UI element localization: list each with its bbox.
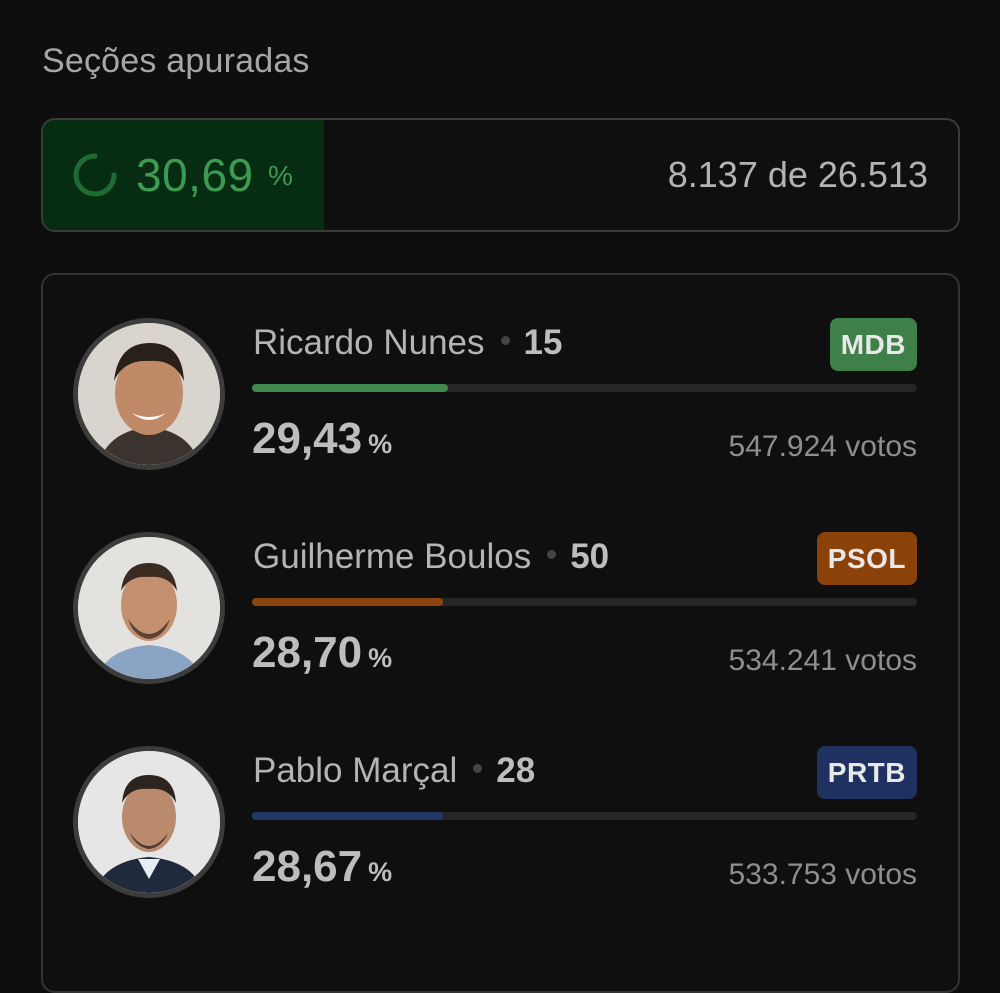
candidate-percent-line: 29,43% <box>252 414 392 464</box>
candidate-photo <box>73 746 225 898</box>
candidate-votes: 547.924 votos <box>728 430 917 463</box>
sections-percent-sign: % <box>268 160 293 191</box>
vote-share-bar-fill <box>252 812 443 820</box>
party-badge: PSOL <box>816 532 917 585</box>
loading-spinner-icon <box>73 153 117 197</box>
candidate-name: Guilherme Boulos <box>253 537 532 576</box>
vote-share-bar-fill <box>252 384 448 392</box>
candidate-votes: 533.753 votos <box>728 858 917 891</box>
sections-percent: 30,69 <box>136 149 254 201</box>
candidate-name-line: Ricardo Nunes 15 <box>253 323 562 363</box>
sections-count: 8.137 de 26.513 <box>667 154 928 195</box>
section-title: Seções apuradas <box>42 42 310 80</box>
candidate-name: Pablo Marçal <box>253 751 458 790</box>
candidate-votes: 534.241 votos <box>728 644 917 677</box>
candidate-number: 50 <box>570 537 610 576</box>
candidate-photo <box>73 318 225 470</box>
candidate-row[interactable]: Ricardo Nunes 15 MDB 29,43% 547.924 votos <box>0 318 1000 478</box>
candidate-percent: 28,70 <box>252 628 363 677</box>
separator-dot <box>547 550 557 560</box>
candidate-name-line: Pablo Marçal 28 <box>253 751 535 791</box>
candidate-photo <box>73 532 225 684</box>
party-badge: PRTB <box>816 746 917 799</box>
percent-sign: % <box>368 429 393 459</box>
percent-sign: % <box>368 857 393 887</box>
vote-share-bar <box>252 384 917 392</box>
candidate-percent: 28,67 <box>252 842 363 891</box>
candidate-percent: 29,43 <box>252 414 363 463</box>
vote-share-bar-fill <box>252 598 443 606</box>
percent-sign: % <box>368 643 393 673</box>
candidate-name: Ricardo Nunes <box>253 323 485 362</box>
separator-dot <box>500 336 510 346</box>
candidate-percent-line: 28,70% <box>252 628 392 678</box>
candidate-row[interactable]: Guilherme Boulos 50 PSOL 28,70% 534.241 v… <box>0 532 1000 692</box>
candidate-row[interactable]: Pablo Marçal 28 PRTB 28,67% 533.753 votos <box>0 746 1000 906</box>
candidate-percent-line: 28,67% <box>252 842 392 892</box>
candidate-number: 28 <box>496 751 536 790</box>
vote-share-bar <box>252 598 917 606</box>
candidate-number: 15 <box>523 323 563 362</box>
vote-share-bar <box>252 812 917 820</box>
party-badge: MDB <box>829 318 917 371</box>
separator-dot <box>473 764 483 774</box>
candidate-name-line: Guilherme Boulos 50 <box>253 537 609 577</box>
